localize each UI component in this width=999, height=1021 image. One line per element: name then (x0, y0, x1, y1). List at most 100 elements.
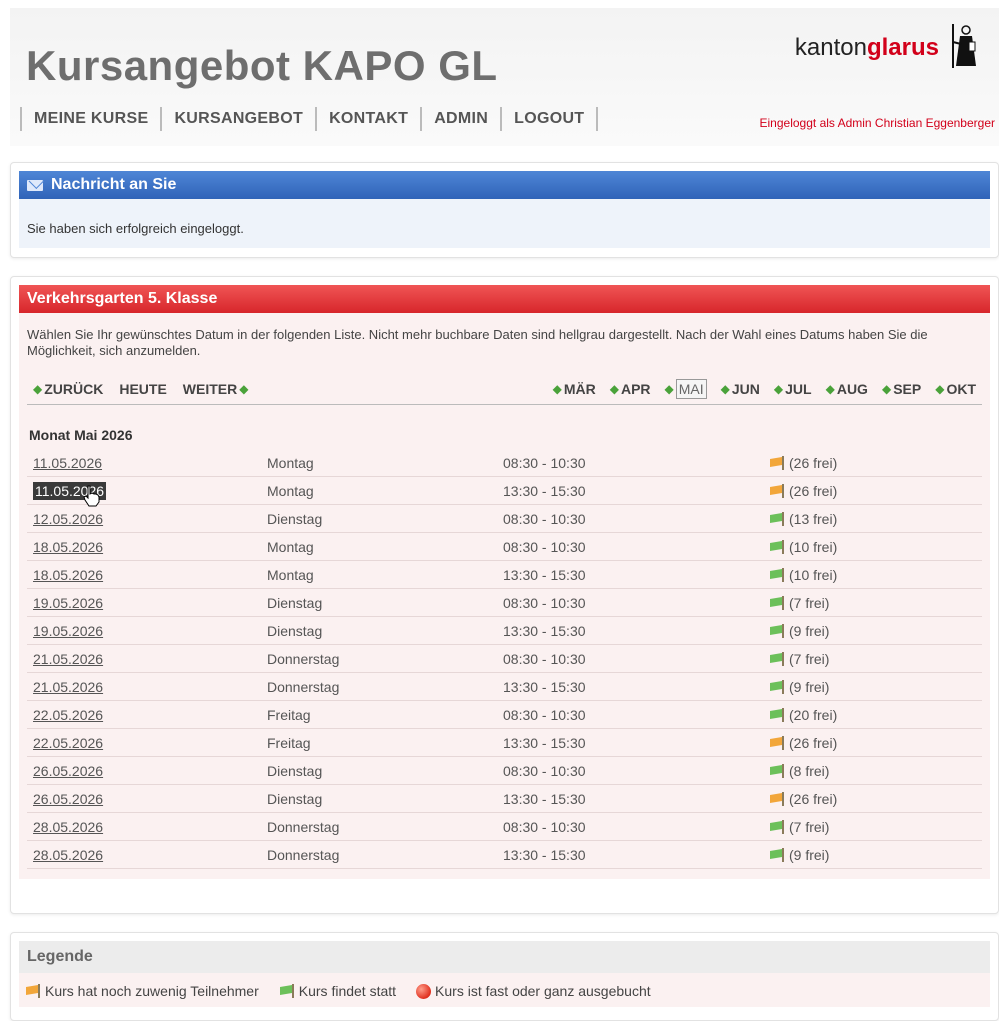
date-link[interactable]: 26.05.2026 (33, 763, 103, 779)
arrow-right-icon: ◆ (609, 381, 619, 396)
date-list: 11.05.2026 Montag 08:30 - 10:30 (26 frei) 11… (27, 449, 982, 869)
weekday-cell: Dienstag (267, 510, 323, 527)
weekday-cell: Montag (267, 454, 314, 471)
legend-panel: Legende Kurs hat noch zuwenig Teilnehmer… (10, 932, 999, 1021)
date-row: 11.05.2026 Montag 13:30 - 15:30 (26 frei) (27, 477, 982, 507)
flag-orange-icon (770, 483, 784, 498)
date-link[interactable]: 21.05.2026 (33, 679, 103, 695)
flag-green-icon (770, 707, 784, 722)
nav-logout[interactable]: LOGOUT (504, 110, 594, 128)
availability-cell: (7 frei) (769, 595, 829, 611)
legend-title: Legende (19, 941, 990, 973)
legend-label: Kurs hat noch zuwenig Teilnehmer (45, 983, 259, 999)
date-cell: 11.05.2026 (27, 481, 267, 500)
date-link[interactable]: 18.05.2026 (33, 567, 103, 583)
date-link[interactable]: 11.05.2026 (33, 455, 102, 471)
month-link[interactable]: ◆ MÄR (553, 379, 596, 399)
date-cell: 22.05.2026 (27, 707, 267, 723)
time-cell: 13:30 - 15:30 (503, 734, 586, 751)
date-cell: 26.05.2026 (27, 791, 267, 807)
login-status: Eingeloggt als Admin Christian Eggenberg… (759, 116, 995, 130)
flag-green-icon (770, 567, 784, 582)
weekday-cell: Donnerstag (267, 846, 340, 863)
course-title: Verkehrsgarten 5. Klasse (27, 290, 218, 307)
availability-cell: (7 frei) (769, 819, 829, 835)
date-row: 28.05.2026 Donnerstag 08:30 - 10:30 (7 frei… (27, 813, 982, 841)
date-link[interactable]: 21.05.2026 (33, 651, 103, 667)
date-cell: 28.05.2026 (27, 847, 267, 863)
weekday-cell: Donnerstag (267, 818, 340, 835)
legend-body: Kurs hat noch zuwenig Teilnehmer Kurs fin… (19, 973, 990, 1007)
message-title: Nachricht an Sie (51, 176, 177, 193)
flag-orange-icon (770, 791, 784, 806)
page-header: Kursangebot KAPO GL MEINE KURSE KURSANGE… (10, 8, 999, 146)
availability-cell: (9 frei) (769, 847, 829, 863)
availability-cell: (8 frei) (769, 763, 829, 779)
free-seats: (26 frei) (789, 454, 838, 471)
weekday-cell: Freitag (267, 734, 311, 751)
main-nav: MEINE KURSE KURSANGEBOT KONTAKT ADMIN LO… (18, 104, 600, 134)
flag-green-icon (770, 847, 784, 862)
month-label: MAI (675, 378, 707, 399)
month-label: SEP (893, 380, 922, 397)
nav-meine-kurse[interactable]: MEINE KURSE (24, 110, 158, 128)
date-cell: 11.05.2026 (27, 455, 267, 471)
date-link[interactable]: 28.05.2026 (33, 819, 103, 835)
weekday-cell: Dienstag (267, 594, 323, 611)
weekday-cell: Dienstag (267, 790, 323, 807)
date-cell: 26.05.2026 (27, 763, 267, 779)
flag-orange-icon (770, 735, 784, 750)
course-intro: Wählen Sie Ihr gewünschtes Datum in der … (27, 327, 928, 358)
date-link[interactable]: 18.05.2026 (33, 539, 103, 555)
nav-next-button[interactable]: WEITER ◆ (183, 381, 251, 397)
month-link[interactable]: ◆ JUN (721, 379, 760, 399)
free-seats: (9 frei) (789, 622, 830, 639)
date-link[interactable]: 26.05.2026 (33, 791, 103, 807)
time-cell: 08:30 - 10:30 (503, 538, 586, 555)
free-seats: (7 frei) (789, 650, 830, 667)
nav-admin[interactable]: ADMIN (424, 110, 498, 128)
free-seats: (9 frei) (789, 678, 830, 695)
month-link[interactable]: ◆ APR (610, 379, 651, 399)
course-panel-header: Verkehrsgarten 5. Klasse (19, 285, 990, 313)
flag-green-icon (770, 763, 784, 778)
date-link[interactable]: 22.05.2026 (33, 735, 103, 751)
availability-cell: (26 frei) (769, 735, 837, 751)
month-link[interactable]: ◆ OKT (935, 379, 976, 399)
nav-kontakt[interactable]: KONTAKT (319, 110, 418, 128)
nav-kursangebot[interactable]: KURSANGEBOT (164, 110, 313, 128)
time-cell: 13:30 - 15:30 (503, 622, 586, 639)
flag-green-icon (770, 511, 784, 526)
month-link[interactable]: ◆ MAI (665, 378, 707, 399)
legend-item: Kurs findet statt (279, 983, 396, 999)
time-cell: 08:30 - 10:30 (503, 762, 586, 779)
month-label: JUL (785, 380, 812, 397)
envelope-icon (27, 179, 43, 191)
time-cell: 13:30 - 15:30 (503, 678, 586, 695)
month-link[interactable]: ◆ AUG (826, 379, 868, 399)
arrow-right-icon: ◆ (720, 381, 730, 396)
date-cell: 21.05.2026 (27, 679, 267, 695)
flag-green-icon (770, 595, 784, 610)
legend-item: Kurs ist fast oder ganz ausgebucht (416, 983, 651, 999)
availability-cell: (10 frei) (769, 567, 837, 583)
logo-text-light: kanton (794, 33, 867, 61)
date-link[interactable]: 22.05.2026 (33, 707, 103, 723)
time-cell: 08:30 - 10:30 (503, 454, 586, 471)
flag-green-icon (770, 623, 784, 638)
nav-today-button[interactable]: HEUTE (119, 381, 166, 397)
date-row: 28.05.2026 Donnerstag 13:30 - 15:30 (9 frei… (27, 841, 982, 869)
date-link[interactable]: 28.05.2026 (33, 847, 103, 863)
date-link[interactable]: 12.05.2026 (33, 511, 103, 527)
message-panel: Nachricht an Sie Sie haben sich erfolgre… (10, 162, 999, 258)
weekday-cell: Montag (267, 566, 314, 583)
month-link[interactable]: ◆ SEP (882, 379, 921, 399)
month-list: ◆ MÄR ◆ APR ◆ MAI ◆ JUN ◆ JUL ◆ AUG ◆ SEP ◆ OKT (539, 378, 976, 399)
month-link[interactable]: ◆ JUL (774, 379, 812, 399)
kanton-glarus-logo: kantonglarus (795, 22, 979, 73)
date-link[interactable]: 19.05.2026 (33, 623, 103, 639)
weekday-cell: Freitag (267, 706, 311, 723)
arrow-left-icon: ◆ (33, 381, 43, 396)
nav-back-button[interactable]: ◆ ZURÜCK (33, 381, 103, 397)
date-link[interactable]: 19.05.2026 (33, 595, 103, 611)
